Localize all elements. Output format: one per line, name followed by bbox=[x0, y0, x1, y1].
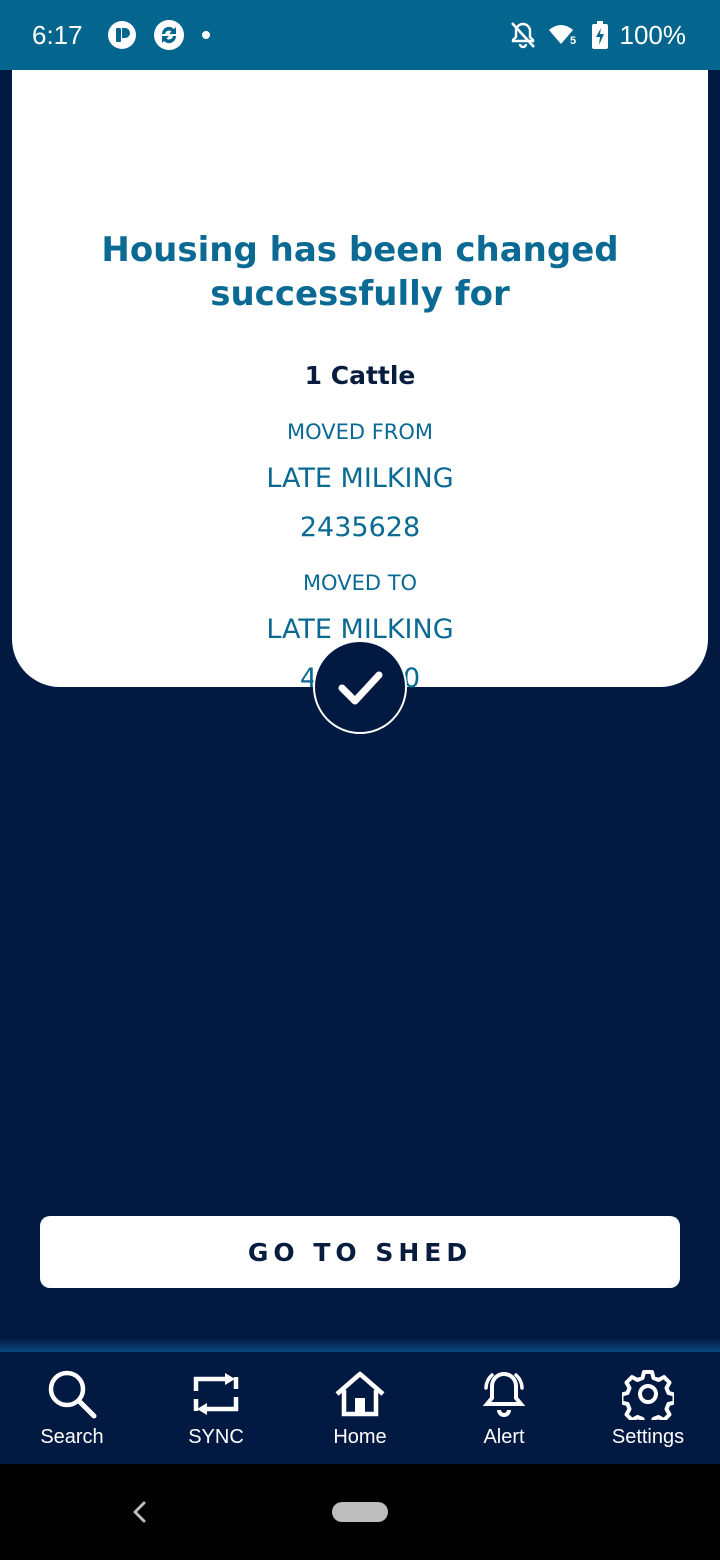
checkmark-icon bbox=[338, 671, 383, 705]
bottom-nav-divider bbox=[0, 1338, 720, 1352]
moved-to-label: MOVED TO bbox=[302, 571, 418, 595]
from-location-name: LATE MILKING bbox=[266, 463, 454, 494]
cattle-count: 1 Cattle bbox=[304, 361, 416, 390]
sync-icon bbox=[191, 1368, 241, 1420]
back-chevron-icon[interactable] bbox=[126, 1498, 152, 1526]
search-icon bbox=[45, 1368, 99, 1420]
home-icon bbox=[334, 1368, 386, 1420]
nav-label-settings: Settings bbox=[611, 1425, 685, 1448]
gear-icon bbox=[622, 1368, 674, 1420]
go-to-shed-button[interactable]: GO TO SHED bbox=[40, 1216, 680, 1288]
success-title: Housing has been changed successfully fo… bbox=[101, 230, 619, 314]
nav-item-search[interactable]: Search bbox=[0, 1352, 144, 1464]
nav-item-alert[interactable]: Alert bbox=[432, 1352, 576, 1464]
nav-label-alert: Alert bbox=[483, 1425, 525, 1448]
app-screen: 6:17 5 100% Housing has been changed suc… bbox=[0, 0, 720, 1560]
from-location-id: 2435628 bbox=[299, 512, 421, 543]
battery-charging-icon bbox=[591, 21, 608, 49]
nav-label-search: Search bbox=[40, 1425, 104, 1448]
notifications-off-icon bbox=[510, 21, 536, 49]
bottom-nav: Search SYNC Home Alert Settings bbox=[0, 1352, 720, 1464]
status-bar: 6:17 5 100% bbox=[0, 0, 720, 70]
sync-notification-icon bbox=[153, 19, 185, 51]
battery-level: 100% bbox=[619, 19, 687, 50]
svg-text:5: 5 bbox=[570, 35, 576, 47]
home-gesture-pill[interactable] bbox=[332, 1502, 388, 1522]
dot-icon bbox=[201, 30, 211, 40]
nav-label-sync: SYNC bbox=[188, 1425, 244, 1448]
nav-label-home: Home bbox=[333, 1425, 387, 1448]
nav-item-settings[interactable]: Settings bbox=[576, 1352, 720, 1464]
status-left: 6:17 bbox=[32, 19, 227, 51]
nav-item-home[interactable]: Home bbox=[288, 1352, 432, 1464]
wifi-icon: 5 bbox=[548, 22, 580, 48]
status-right: 5 100% bbox=[510, 19, 687, 51]
status-time: 6:17 bbox=[32, 19, 83, 50]
success-card: Housing has been changed successfully fo… bbox=[12, 70, 708, 694]
bell-icon bbox=[478, 1368, 530, 1420]
nav-item-sync[interactable]: SYNC bbox=[144, 1352, 288, 1464]
moved-from-label: MOVED FROM bbox=[286, 420, 434, 444]
app-notification-icon bbox=[107, 20, 137, 50]
success-check-badge bbox=[313, 640, 407, 734]
